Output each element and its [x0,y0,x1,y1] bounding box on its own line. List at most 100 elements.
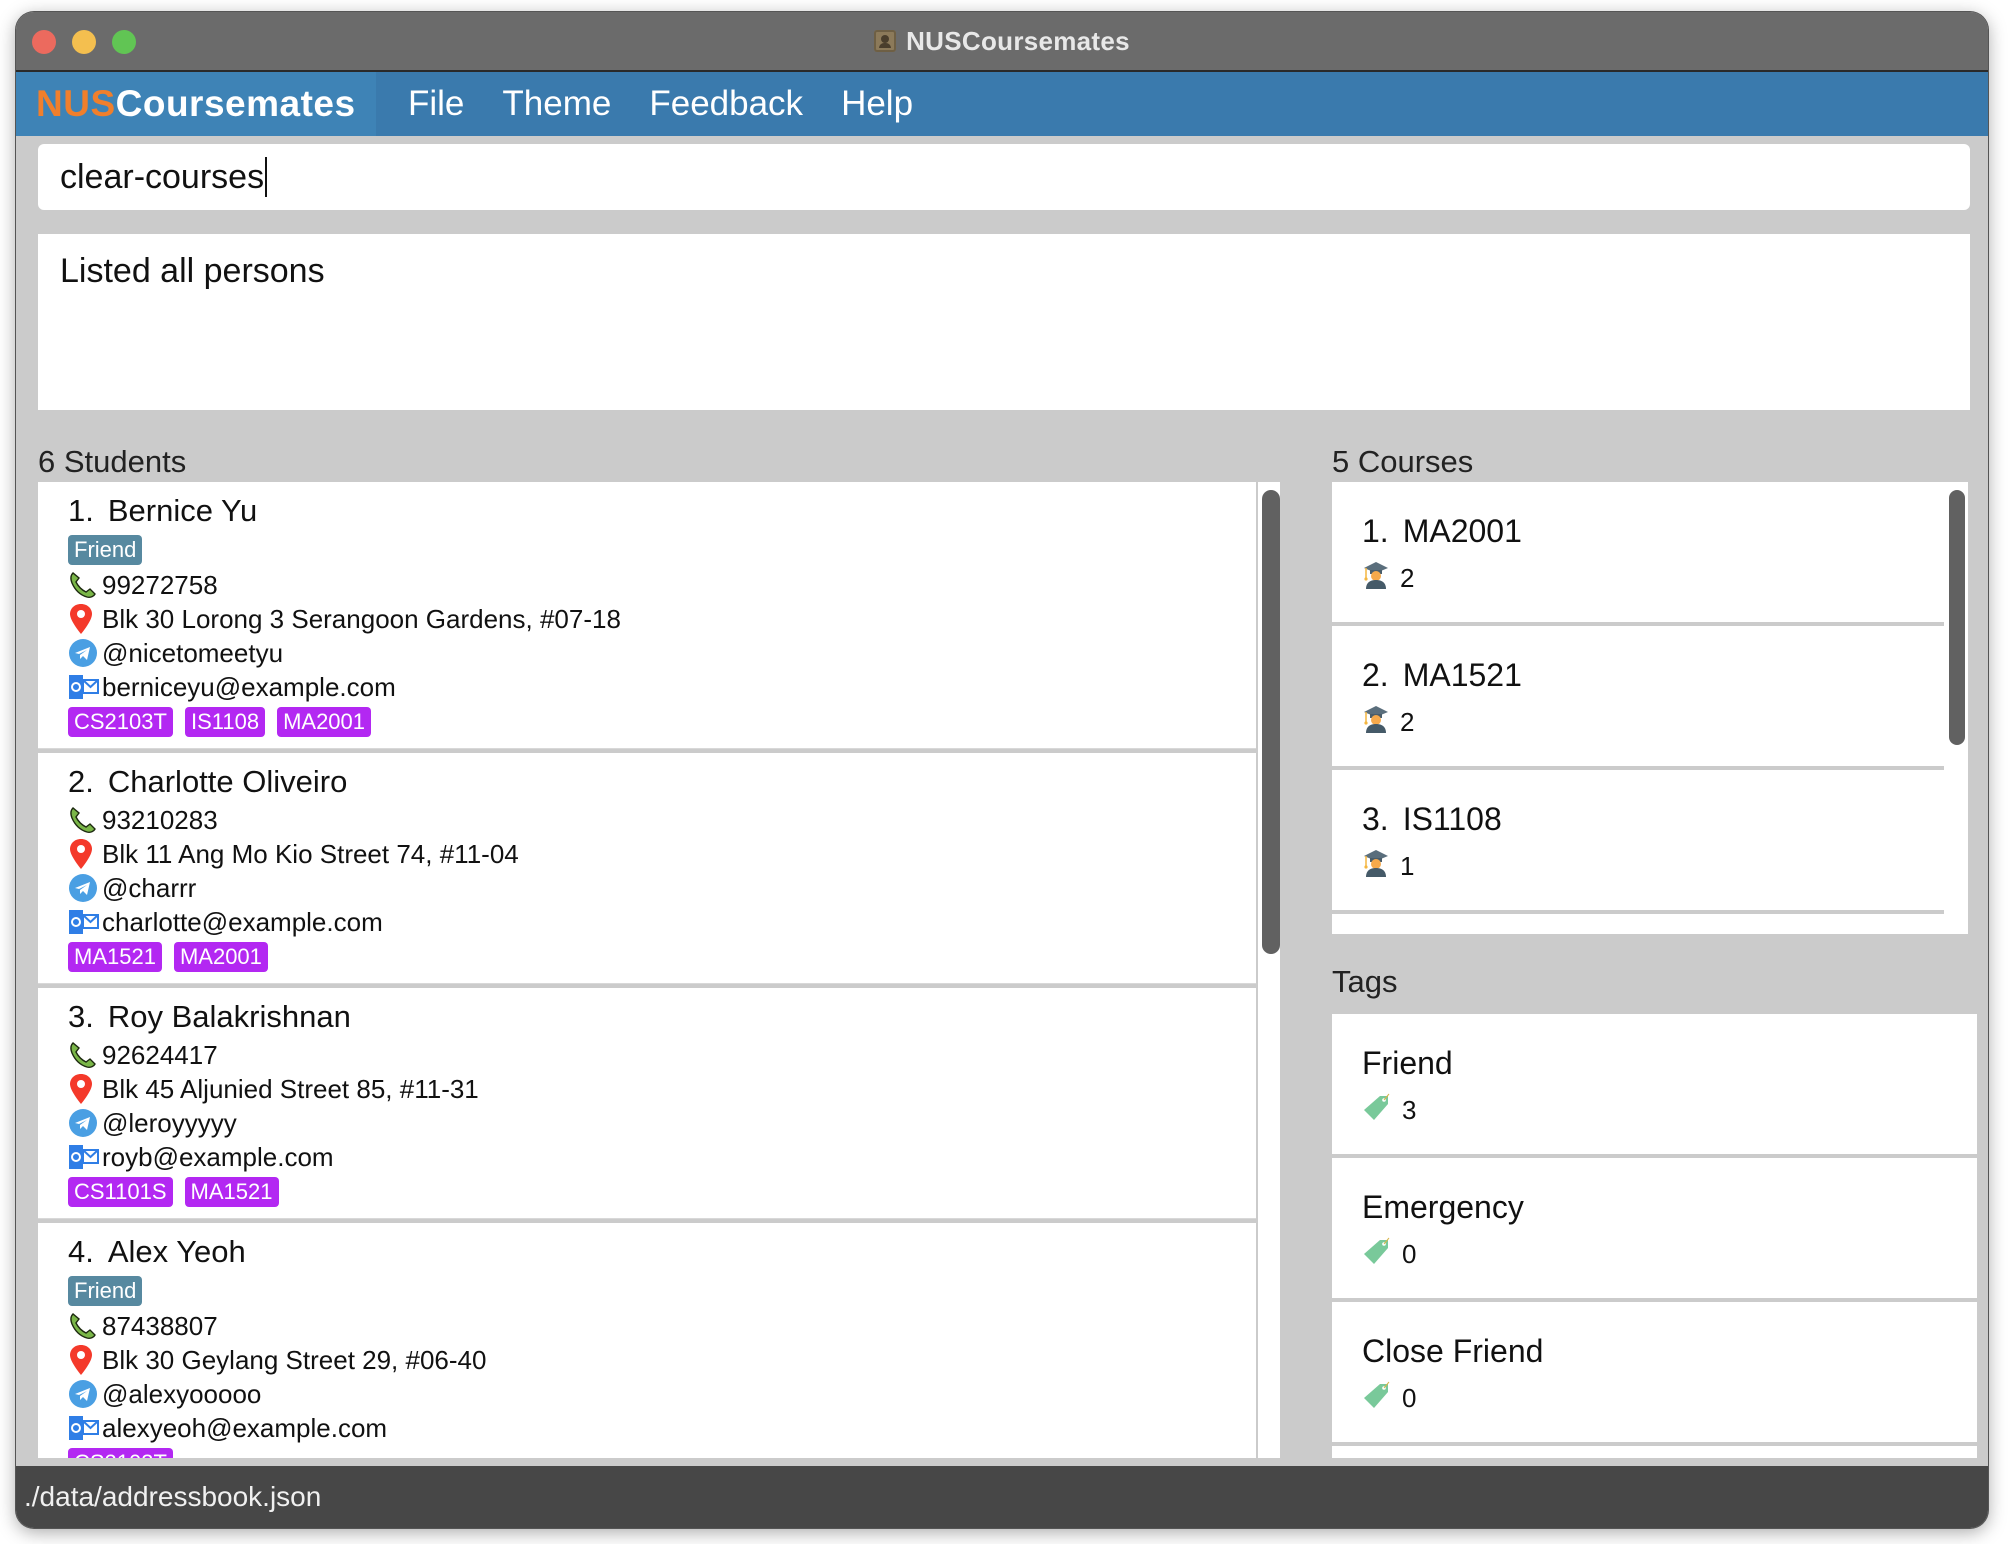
student-address: Blk 30 Geylang Street 29, #06-40 [102,1344,487,1375]
student-card[interactable]: 2. Charlotte Oliveiro 93210283 Blk 11 Ang M… [38,753,1256,984]
course-badge: CS2103T [68,707,173,737]
tag-badge: Friend [68,1276,143,1306]
student-email: royb@example.com [102,1141,334,1172]
course-list-scroll-thumb[interactable] [1949,490,1965,745]
student-card[interactable]: 4. Alex Yeoh Friend 87438807 Blk 30 Geylang … [38,1223,1256,1458]
student-card[interactable]: 1. Bernice Yu Friend 99272758 Blk 30 Lorong … [38,482,1256,749]
course-code: MA1521 [1402,656,1522,693]
tag-count-row: 0 [1362,1236,1977,1273]
student-address-row: Blk 30 Lorong 3 Serangoon Gardens, #07-1… [68,602,1256,636]
student-telegram-row: @nicetomeetyu [68,636,1256,670]
student-telegram-row: @charrr [68,871,1256,905]
student-telegram-row: @leroyyyyy [68,1106,1256,1140]
student-address-row: Blk 45 Aljunied Street 85, #11-31 [68,1072,1256,1106]
student-phone-row: 99272758 [68,568,1256,602]
menu-file[interactable]: File [408,84,464,124]
student-name-row: 1. Bernice Yu [68,490,1256,532]
result-display: Listed all persons [38,234,1970,410]
student-index: 4. [68,1234,94,1269]
course-student-count: 2 [1400,706,1415,737]
course-card-partial[interactable] [1332,914,1944,934]
brand-logo-nus: NUS [36,83,116,124]
telegram-icon [68,1379,102,1409]
student-phone: 93210283 [102,804,218,835]
student-telegram: @leroyyyyy [102,1107,237,1138]
app-window: NUSCoursemates NUS Coursemates File Theme… [16,12,1988,1528]
student-telegram: @alexyooooo [102,1378,262,1409]
location-pin-icon [68,1074,102,1104]
tags-header: Tags [1332,964,1398,999]
course-card[interactable]: 2. MA1521 2 [1332,626,1944,766]
course-card[interactable]: 3. IS1108 1 [1332,770,1944,910]
course-badge: CS2103T [68,1448,173,1458]
tag-badge: Friend [68,535,143,565]
student-list-scroll-thumb[interactable] [1262,490,1280,954]
graduate-student-icon [1362,704,1390,741]
student-index: 3. [68,999,94,1034]
student-list[interactable]: 1. Bernice Yu Friend 99272758 Blk 30 Lorong … [38,482,1274,1458]
tag-name: Friend [1362,1044,1453,1081]
course-badge: MA2001 [277,707,372,737]
menu-theme[interactable]: Theme [502,84,611,124]
telegram-icon [68,638,102,668]
tag-card[interactable]: Emergency 0 [1332,1158,1977,1298]
email-icon [68,672,102,702]
course-index: 1. [1362,512,1389,549]
tag-list[interactable]: Friend 3 Emergency 0 Close Friend 0 [1332,1014,1984,1458]
email-icon [68,1142,102,1172]
student-name-row: 2. Charlotte Oliveiro [68,761,1256,803]
course-list-scrollbar[interactable] [1944,482,1968,934]
tag-card[interactable]: Close Friend 0 [1332,1302,1977,1442]
course-list[interactable]: 1. MA2001 2 2. MA1521 2 3. IS1108 1 [1332,482,1962,934]
students-header: 6 Students [38,444,187,479]
tag-name: Close Friend [1362,1332,1544,1369]
tag-card[interactable]: Friend 3 [1332,1014,1977,1154]
student-courses: CS1101S MA1521 [68,1174,1256,1210]
student-tags: Friend [68,1273,1256,1309]
student-address: Blk 30 Lorong 3 Serangoon Gardens, #07-1… [102,603,621,634]
location-pin-icon [68,1345,102,1375]
tag-count: 0 [1402,1238,1417,1269]
student-email: charlotte@example.com [102,906,383,937]
brand-logo: NUS Coursemates [16,72,376,136]
text-caret [265,157,268,197]
tag-card-partial[interactable] [1332,1446,1977,1458]
student-courses: CS2103T IS1108 MA2001 [68,704,1256,740]
course-student-count: 2 [1400,562,1415,593]
menu-feedback[interactable]: Feedback [649,84,803,124]
telegram-icon [68,1108,102,1138]
student-index: 2. [68,764,94,799]
course-index: 3. [1362,800,1389,837]
student-courses: MA1521 MA2001 [68,939,1256,975]
location-pin-icon [68,604,102,634]
course-code: MA2001 [1402,512,1522,549]
student-email-row: alexyeoh@example.com [68,1411,1256,1445]
menu-help[interactable]: Help [841,84,913,124]
student-card[interactable]: 3. Roy Balakrishnan 92624417 Blk 45 Aljunie… [38,988,1256,1219]
student-name-row: 4. Alex Yeoh [68,1231,1256,1273]
phone-icon [68,805,102,835]
course-card[interactable]: 1. MA2001 2 [1332,482,1944,622]
tag-count-row: 0 [1362,1380,1977,1417]
courses-header: 5 Courses [1332,444,1474,479]
student-phone-row: 87438807 [68,1309,1256,1343]
student-phone: 99272758 [102,569,218,600]
phone-icon [68,570,102,600]
student-telegram: @nicetomeetyu [102,637,284,668]
course-title: 3. IS1108 [1362,796,1944,842]
student-phone-row: 92624417 [68,1038,1256,1072]
telegram-icon [68,873,102,903]
student-courses: CS2103T [68,1445,1256,1458]
student-phone: 87438807 [102,1310,218,1341]
graduate-student-icon [1362,848,1390,885]
course-index: 2. [1362,656,1389,693]
student-phone-row: 93210283 [68,803,1256,837]
command-input[interactable]: clear-courses [38,144,1970,210]
phone-icon [68,1311,102,1341]
student-email-row: berniceyu@example.com [68,670,1256,704]
student-list-scrollbar[interactable] [1258,482,1280,1458]
location-pin-icon [68,839,102,869]
student-name: Roy Balakrishnan [107,999,351,1034]
student-email-row: royb@example.com [68,1140,1256,1174]
student-name-row: 3. Roy Balakrishnan [68,996,1256,1038]
